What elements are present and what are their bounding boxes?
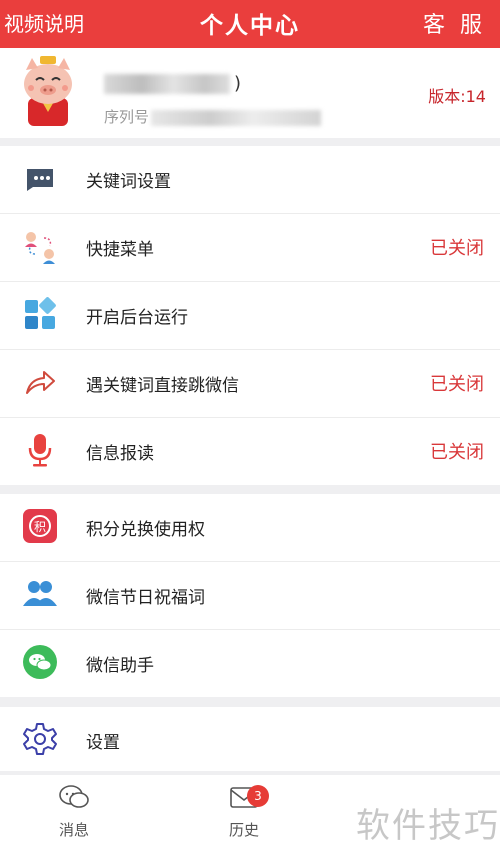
top-bar: 视频说明 个人中心 客 服 (0, 0, 500, 48)
menu-label: 信息报读 (86, 444, 154, 464)
menu-label: 遇关键词直接跳微信 (86, 376, 239, 396)
menu-status: 已关闭 (430, 442, 484, 463)
features-group: 积 积分兑换使用权 微信节日祝福词 微信助手 (0, 494, 500, 697)
gear-icon (23, 723, 57, 755)
menu-status: 已关闭 (430, 238, 484, 259)
chat-bubble-icon (27, 169, 53, 191)
blurred-serial (151, 109, 322, 126)
points-coin-icon: 积 (23, 509, 57, 543)
history-badge: 3 (247, 785, 269, 807)
share-arrow-icon (26, 371, 55, 394)
microphone-icon (28, 434, 52, 467)
menu-label: 设置 (86, 733, 120, 753)
serial-label: 序列号 (104, 108, 150, 126)
menu-label: 关键词设置 (86, 172, 171, 192)
pig-avatar-icon (24, 56, 72, 126)
watermark: 软件技巧 (350, 776, 500, 858)
tab-history-label: 历史 (228, 821, 259, 839)
menu-label: 快捷菜单 (86, 240, 154, 260)
wechat-icon (23, 645, 57, 679)
tab-history[interactable]: 3 历史 (199, 783, 289, 840)
menu-label: 开启后台运行 (86, 308, 188, 328)
menu-label: 微信助手 (86, 656, 154, 676)
menu-item-background-run[interactable]: 开启后台运行 (0, 282, 500, 350)
version-label: 版本:14 (428, 87, 486, 106)
system-group: 设置 (0, 707, 500, 771)
tab-messages-label: 消息 (58, 821, 89, 839)
settings-group: 关键词设置 快捷菜单 已关闭 开启后台运行 遇关键词直接跳微信 已关闭 信息报读… (0, 146, 500, 485)
menu-item-jump-wechat[interactable]: 遇关键词直接跳微信 已关闭 (0, 350, 500, 418)
menu-status: 已关闭 (430, 374, 484, 395)
menu-item-settings[interactable]: 设置 (0, 707, 500, 771)
menu-item-holiday-greetings[interactable]: 微信节日祝福词 (0, 562, 500, 630)
user-name-suffix: ) (234, 73, 242, 94)
group-people-icon (23, 581, 57, 606)
menu-label: 微信节日祝福词 (86, 588, 205, 608)
menu-item-quick-menu[interactable]: 快捷菜单 已关闭 (0, 214, 500, 282)
svg-text:积: 积 (34, 520, 46, 534)
profile-card[interactable]: ) 序列号 版本:14 (0, 48, 500, 138)
tab-messages[interactable]: 消息 (29, 783, 119, 840)
serial-number: 序列号 (104, 106, 322, 127)
menu-item-voice-readout[interactable]: 信息报读 已关闭 (0, 418, 500, 485)
user-name: ) (104, 73, 241, 94)
menu-item-points-exchange[interactable]: 积 积分兑换使用权 (0, 494, 500, 562)
chat-bubbles-icon (59, 785, 89, 808)
blurred-name (104, 74, 230, 94)
menu-item-wechat-assistant[interactable]: 微信助手 (0, 630, 500, 697)
watermark-text: 软件技巧 (356, 806, 500, 846)
menu-item-keyword-settings[interactable]: 关键词设置 (0, 146, 500, 214)
users-link-icon (25, 232, 55, 264)
customer-service-link[interactable]: 客 服 (423, 7, 486, 39)
apps-grid-icon (25, 297, 56, 329)
menu-label: 积分兑换使用权 (86, 520, 205, 540)
